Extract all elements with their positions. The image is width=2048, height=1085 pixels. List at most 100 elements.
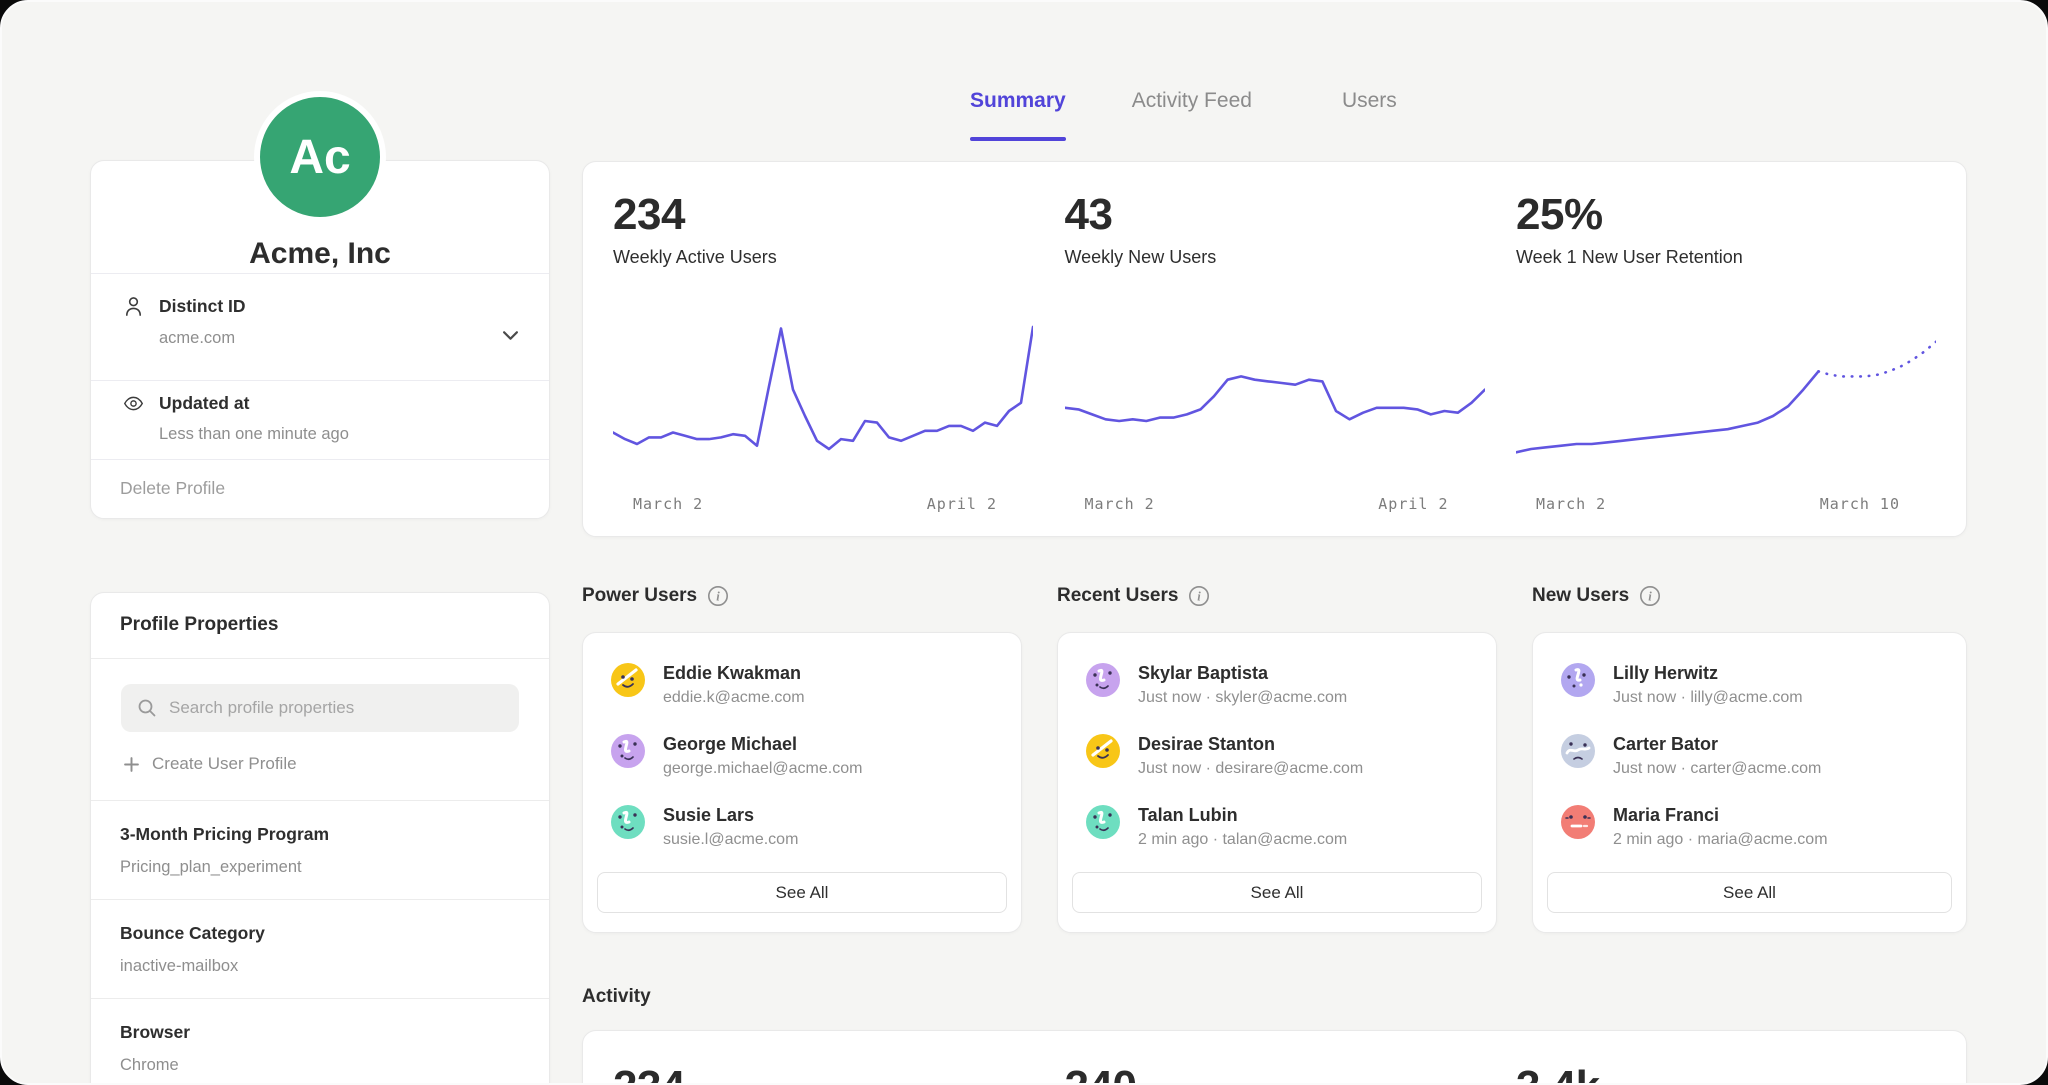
svg-text:i: i: [1198, 590, 1202, 604]
user-meta: susie.l@acme.com: [663, 831, 798, 849]
field-label: Updated at: [159, 393, 249, 414]
user-row[interactable]: George Michael george.michael@acme.com: [611, 734, 1021, 778]
property-label: Browser: [120, 1022, 521, 1043]
user-meta: Just now · skyler@acme.com: [1138, 689, 1347, 707]
activity-card: 234 240 3.4k: [582, 1030, 1967, 1085]
stat-label: Weekly New Users: [1065, 247, 1485, 268]
user-row[interactable]: Talan Lubin 2 min ago · talan@acme.com: [1086, 805, 1496, 849]
user-row[interactable]: Desirae Stanton Just now · desirare@acme…: [1086, 734, 1496, 778]
axis-tick: April 2: [1378, 495, 1448, 513]
delete-profile-button[interactable]: Delete Profile: [91, 460, 549, 518]
user-name: Desirae Stanton: [1138, 734, 1363, 755]
property-label: 3-Month Pricing Program: [120, 824, 521, 845]
chart-x-axis: March 2 April 2: [613, 495, 1033, 513]
axis-tick: March 10: [1820, 495, 1900, 513]
axis-tick: April 2: [927, 495, 997, 513]
section-title: New Users: [1532, 585, 1629, 607]
main-content: Summary Activity Feed Users 234 Weekly A…: [582, 2, 1967, 1085]
axis-tick: March 2: [1536, 495, 1606, 513]
stat-weekly-active-users: 234 Weekly Active Users March 2 April 2: [613, 162, 1033, 536]
app-window: Ac Acme, Inc Distinct ID acme.com: [0, 0, 2048, 1085]
stat-value: 234: [613, 192, 1033, 238]
user-name: George Michael: [663, 734, 862, 755]
user-name: Eddie Kwakman: [663, 663, 805, 684]
user-meta: eddie.k@acme.com: [663, 689, 805, 707]
property-row[interactable]: Browser Chrome: [91, 999, 549, 1085]
user-sections: Power Users i Eddie Kwakman eddie.k@acme…: [582, 585, 1967, 933]
stat-label: Weekly Active Users: [613, 247, 1033, 268]
chevron-down-icon[interactable]: [502, 328, 519, 346]
profile-properties-card: Profile Properties Create User Profile 3…: [90, 592, 550, 1085]
user-meta: Just now · desirare@acme.com: [1138, 760, 1363, 778]
field-row-updated-at: Updated at Less than one minute ago: [91, 381, 549, 460]
stat-value: 25%: [1516, 192, 1936, 238]
field-value: acme.com: [159, 329, 521, 348]
plus-icon: [124, 757, 139, 772]
profile-card: Ac Acme, Inc Distinct ID acme.com: [90, 160, 550, 519]
info-icon[interactable]: i: [1188, 585, 1210, 607]
see-all-button[interactable]: See All: [1072, 872, 1482, 913]
create-user-profile-button[interactable]: Create User Profile: [91, 754, 549, 774]
weekly-new-users-chart: [1065, 317, 1485, 482]
info-icon[interactable]: i: [1639, 585, 1661, 607]
user-row[interactable]: Skylar Baptista Just now · skyler@acme.c…: [1086, 663, 1496, 707]
user-row[interactable]: Carter Bator Just now · carter@acme.com: [1561, 734, 1966, 778]
user-name: Lilly Herwitz: [1613, 663, 1803, 684]
property-value: Chrome: [120, 1056, 521, 1075]
axis-tick: March 2: [633, 495, 703, 513]
tab-users[interactable]: Users: [1342, 89, 1397, 141]
axis-tick: March 2: [1085, 495, 1155, 513]
power-users-card: Eddie Kwakman eddie.k@acme.com George Mi…: [582, 632, 1022, 933]
user-avatar: [1561, 805, 1595, 839]
section-title: Recent Users: [1057, 585, 1178, 607]
property-row[interactable]: 3-Month Pricing Program Pricing_plan_exp…: [91, 801, 549, 900]
user-name: Maria Franci: [1613, 805, 1828, 826]
user-row[interactable]: Maria Franci 2 min ago · maria@acme.com: [1561, 805, 1966, 849]
tab-summary[interactable]: Summary: [970, 89, 1066, 141]
activity-stat: 3.4k: [1516, 1031, 1936, 1085]
user-name: Susie Lars: [663, 805, 798, 826]
search-box[interactable]: [121, 684, 519, 732]
recent-users-section: Recent Users i Skylar Baptista Just now …: [1057, 585, 1497, 933]
info-icon[interactable]: i: [707, 585, 729, 607]
svg-text:i: i: [716, 590, 720, 604]
user-meta: 2 min ago · talan@acme.com: [1138, 831, 1347, 849]
stat-week1-retention: 25% Week 1 New User Retention March 2 Ma…: [1516, 162, 1936, 536]
stat-weekly-new-users: 43 Weekly New Users March 2 April 2: [1065, 162, 1485, 536]
field-label: Distinct ID: [159, 296, 246, 317]
sidebar: Ac Acme, Inc Distinct ID acme.com: [90, 2, 550, 1085]
property-label: Bounce Category: [120, 923, 521, 944]
activity-section: Activity 234 240 3.4k: [582, 986, 1967, 1085]
user-row[interactable]: Eddie Kwakman eddie.k@acme.com: [611, 663, 1021, 707]
user-avatar: [611, 734, 645, 768]
section-title: Power Users: [582, 585, 697, 607]
field-value: Less than one minute ago: [159, 425, 521, 444]
company-avatar-initials: Ac: [289, 130, 350, 185]
field-row-distinct-id[interactable]: Distinct ID acme.com: [91, 274, 549, 381]
property-value: inactive-mailbox: [120, 957, 521, 976]
user-row[interactable]: Susie Lars susie.l@acme.com: [611, 805, 1021, 849]
eye-icon: [123, 395, 144, 412]
create-user-profile-label: Create User Profile: [152, 754, 297, 774]
property-value: Pricing_plan_experiment: [120, 858, 521, 877]
property-row[interactable]: Bounce Category inactive-mailbox: [91, 900, 549, 999]
profile-properties-tools: Create User Profile: [91, 684, 549, 801]
new-users-card: Lilly Herwitz Just now · lilly@acme.com …: [1532, 632, 1967, 933]
stat-value: 43: [1065, 192, 1485, 238]
user-avatar: [1086, 663, 1120, 697]
power-users-section: Power Users i Eddie Kwakman eddie.k@acme…: [582, 585, 1022, 933]
user-avatar: [1561, 734, 1595, 768]
see-all-button[interactable]: See All: [1547, 872, 1952, 913]
see-all-button[interactable]: See All: [597, 872, 1007, 913]
user-row[interactable]: Lilly Herwitz Just now · lilly@acme.com: [1561, 663, 1966, 707]
user-meta: 2 min ago · maria@acme.com: [1613, 831, 1828, 849]
user-meta: Just now · carter@acme.com: [1613, 760, 1821, 778]
user-avatar: [1086, 734, 1120, 768]
search-input[interactable]: [169, 698, 489, 718]
tab-activity-feed[interactable]: Activity Feed: [1132, 89, 1252, 141]
user-avatar: [1561, 663, 1595, 697]
user-avatar: [611, 663, 645, 697]
user-avatar: [611, 805, 645, 839]
activity-title: Activity: [582, 986, 1967, 1008]
user-name: Carter Bator: [1613, 734, 1821, 755]
